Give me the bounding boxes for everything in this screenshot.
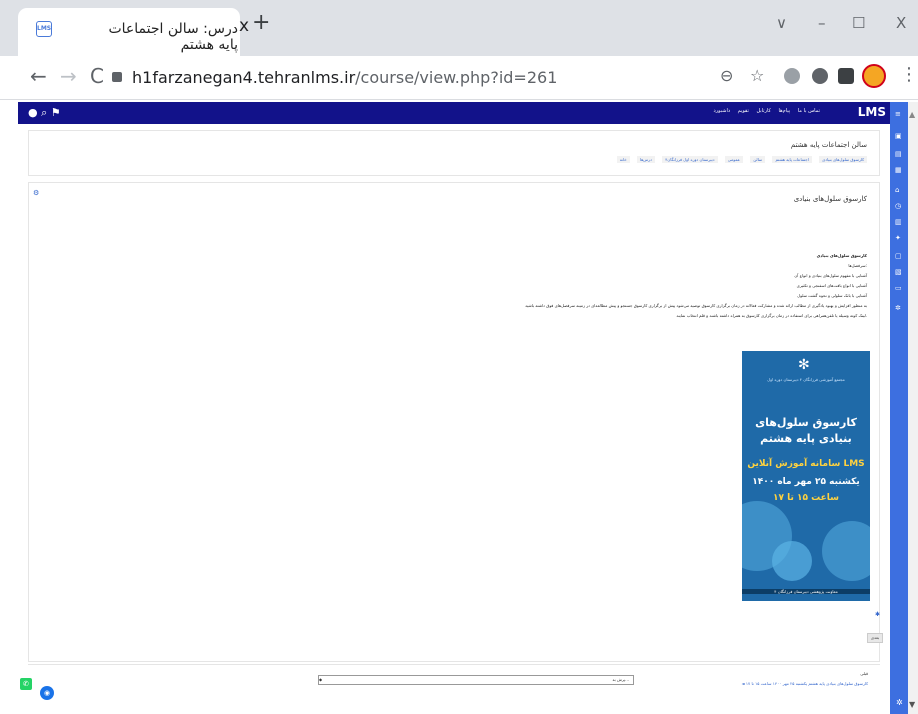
summary-line: سرفصل‌ها: xyxy=(848,263,867,268)
drawer-settings-icon[interactable]: ✲ xyxy=(895,304,901,312)
next-button[interactable]: بعدی xyxy=(867,633,883,643)
url-path: /course/view.php?id=261 xyxy=(355,68,558,87)
drawer-content-icon[interactable]: ▢ xyxy=(895,252,902,260)
breadcrumb: کارسوق سلول‌های بنیادی اجتماعات پایه هشت… xyxy=(611,156,867,163)
poster-org: مجتمع آموزشی فرزانگان ۴ دبیرستان دوره او… xyxy=(767,377,845,382)
whatsapp-icon[interactable]: ✆ xyxy=(20,678,32,690)
activity-navigation: ◆ پرش به... قبلی ◄ کارسوق سلول‌های بنیاد… xyxy=(28,664,880,688)
breadcrumb-item[interactable]: عمومی xyxy=(724,156,744,163)
site-menu: تماس با ما پیام‌ها کارتابل تقویم داشبورد xyxy=(708,108,820,114)
summary-line: آشنایی با مفهوم سلول‌های بنیادی و انواع … xyxy=(794,273,867,278)
lms-favicon-icon: LMS xyxy=(36,21,52,37)
page-title: سالن اجتماعات پایه هشتم xyxy=(790,141,867,149)
menu-item-dashboard[interactable]: داشبورد xyxy=(714,108,731,114)
drawer-items-icon[interactable]: ▭ xyxy=(895,284,902,292)
jump-placeholder: پرش به... xyxy=(612,677,629,682)
tab-close-icon[interactable]: x xyxy=(239,16,249,36)
profile-avatar[interactable] xyxy=(862,64,886,88)
drawer-participants-icon[interactable]: ▤ xyxy=(895,150,902,158)
section-summary: کارسوق سلول‌های بنیادی سرفصل‌ها: آشنایی … xyxy=(247,251,867,321)
scroll-up-icon[interactable]: ▲ xyxy=(909,110,915,119)
poster-title: کارسوق سلول‌های بنیادی پایه هشتم xyxy=(755,416,857,445)
bookmark-star-icon[interactable]: ☆ xyxy=(750,66,764,85)
edit-settings-icon[interactable]: ⚙ xyxy=(33,189,39,197)
breadcrumb-item[interactable]: خانه xyxy=(616,156,630,163)
summary-line: به منظور افزایش و بهبود یادگیری از مطالب… xyxy=(525,303,867,308)
drawer-grades-icon[interactable]: ▦ xyxy=(895,166,902,174)
extensions-puzzle-icon[interactable] xyxy=(838,68,854,84)
course-header: سالن اجتماعات پایه هشتم کارسوق سلول‌های … xyxy=(28,130,880,176)
address-bar[interactable]: h1farzanegan4.tehranlms.ir/course/view.p… xyxy=(112,62,752,94)
breadcrumb-item[interactable]: کارسوق سلول‌های بنیادی xyxy=(819,156,867,163)
page-scrollbar[interactable]: ▲ ▼ xyxy=(908,102,918,714)
poster-date: یکشنبه ۲۵ مهر ماه ۱۴۰۰ xyxy=(752,477,860,487)
drawer-course-icon[interactable]: ▣ xyxy=(895,132,902,140)
snowflake-icon: ✻ xyxy=(798,357,810,373)
new-tab-button[interactable]: + xyxy=(252,10,270,35)
completion-icon[interactable]: ✱ xyxy=(875,611,880,618)
url-host: h1farzanegan4.tehranlms.ir xyxy=(132,68,356,87)
drawer-bank-icon[interactable]: ▧ xyxy=(895,268,902,276)
chat-icon[interactable]: ◉ xyxy=(40,686,54,700)
breadcrumb-item[interactable]: درس‌ها xyxy=(636,156,655,163)
browser-menu-icon[interactable]: ⋮ xyxy=(900,64,918,85)
lock-icon xyxy=(112,71,122,82)
menu-item-calendar[interactable]: تقویم xyxy=(738,108,749,114)
summary-line: آشنایی با بانک سلولی و نحوه گشت سلول xyxy=(797,293,867,298)
breadcrumb-item[interactable]: دبیرستان دوره اول فرزانگان۴ xyxy=(662,156,718,163)
drawer-home-icon[interactable]: ⌂ xyxy=(895,186,899,194)
drawer-calendar-icon[interactable]: ▥ xyxy=(895,218,902,226)
drawer-dashboard-icon[interactable]: ◷ xyxy=(895,202,901,210)
forward-button[interactable]: → xyxy=(60,64,77,88)
zoom-icon[interactable]: ⊖ xyxy=(720,66,733,85)
browser-tab[interactable]: LMS درس: سالن اجتماعات پایه هشتم x xyxy=(18,8,249,56)
maximize-button[interactable]: ☐ xyxy=(852,14,865,32)
poster-platform: سامانه آموزش آنلاین LMS xyxy=(747,459,865,469)
breadcrumb-item[interactable]: اجتماعات پایه هشتم xyxy=(772,156,812,163)
close-window-button[interactable]: X xyxy=(896,14,906,32)
user-menu-icons[interactable]: ● ⌕ ⚑ xyxy=(28,106,61,120)
previous-label: قبلی xyxy=(860,671,868,676)
summary-line: آشنایی با انواع بافت‌های اسفنجی و تکثیری xyxy=(796,283,867,288)
breadcrumb-item[interactable]: سالن xyxy=(750,156,766,163)
previous-activity-link[interactable]: ◄ کارسوق سلول‌های بنیادی پایه هشتم یکشنب… xyxy=(742,681,868,686)
browser-toolbar: ← → C h1farzanegan4.tehranlms.ir/course/… xyxy=(0,56,918,100)
summary-line: لینک کوته وسیله یا تلفن‌همراهی برای استف… xyxy=(676,313,867,318)
tab-search-icon[interactable]: ∨ xyxy=(776,14,787,32)
summary-heading: کارسوق سلول‌های بنیادی xyxy=(816,253,867,258)
browser-tab-strip: LMS درس: سالن اجتماعات پایه هشتم x + ∨ –… xyxy=(0,0,918,56)
settings-gear-icon[interactable]: ✲ xyxy=(896,698,903,707)
main-content: ⚙ کارسوق سلول‌های بنیادی کارسوق سلول‌های… xyxy=(28,182,883,662)
extension-globe-icon[interactable] xyxy=(784,68,800,84)
drawer-menu-icon[interactable]: ≡ xyxy=(895,110,901,118)
drawer-files-icon[interactable]: ✦ xyxy=(895,234,901,242)
back-button[interactable]: ← xyxy=(30,64,47,88)
minimize-button[interactable]: – xyxy=(818,14,826,32)
jump-to-select[interactable]: ◆ پرش به... xyxy=(318,675,634,685)
menu-item-messages[interactable]: پیام‌ها xyxy=(779,108,791,114)
site-logo[interactable]: LMS xyxy=(858,105,886,119)
menu-item-cartable[interactable]: کارتابل xyxy=(756,108,770,114)
reload-button[interactable]: C xyxy=(90,64,104,88)
event-poster: ✻ مجتمع آموزشی فرزانگان ۴ دبیرستان دوره … xyxy=(742,351,870,601)
section-title: کارسوق سلول‌های بنیادی xyxy=(793,195,867,203)
jump-left-icon: ◆ xyxy=(319,677,323,682)
poster-time: ساعت ۱۵ تا ۱۷ xyxy=(772,493,840,503)
tab-title: درس: سالن اجتماعات پایه هشتم xyxy=(108,21,238,53)
extension-icon[interactable] xyxy=(812,68,828,84)
scroll-down-icon[interactable]: ▼ xyxy=(909,700,915,709)
right-drawer: ≡ ▣ ▤ ▦ ⌂ ◷ ▥ ✦ ▢ ▧ ▭ ✲ ✲ xyxy=(890,102,908,714)
site-navbar: ● ⌕ ⚑ تماس با ما پیام‌ها کارتابل تقویم د… xyxy=(18,102,890,124)
menu-item-contact[interactable]: تماس با ما xyxy=(798,108,820,114)
poster-footer: معاونت پژوهشی دبیرستان فرزانگان ۴ xyxy=(742,589,870,594)
